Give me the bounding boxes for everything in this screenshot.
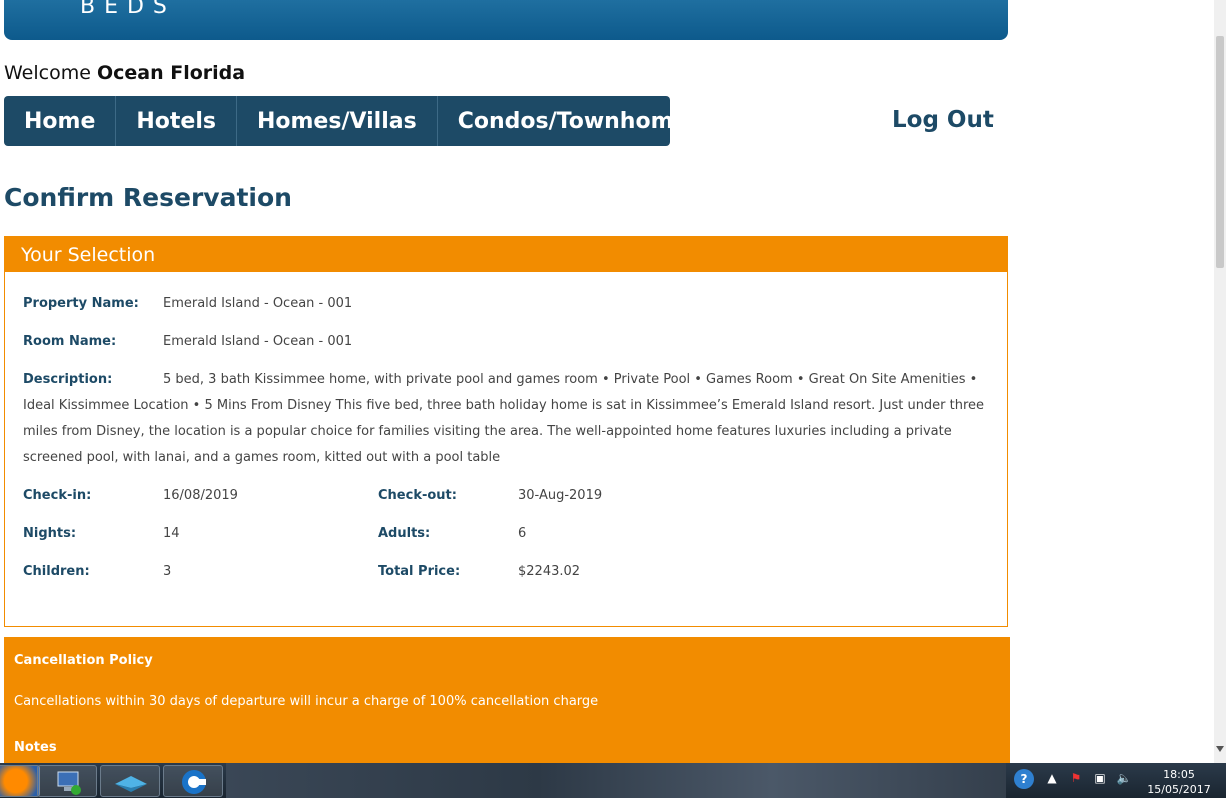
adults-label: Adults: — [378, 526, 431, 541]
nav-item-homes-villas[interactable]: Homes/Villas — [237, 96, 438, 146]
logout-link[interactable]: Log Out — [892, 107, 994, 133]
children-label: Children: — [23, 564, 90, 579]
clock-date: 15/05/2017 — [1147, 783, 1211, 796]
nights-label: Nights: — [23, 526, 77, 541]
vertical-scrollbar[interactable] — [1214, 0, 1226, 763]
windows-taskbar: ? ▲ ⚑ ▣ 🔈 18:05 15/05/2017 — [0, 763, 1226, 798]
description-text: 5 bed, 3 bath Kissimmee home, with priva… — [23, 372, 985, 465]
main-navigation: Home Hotels Homes/Villas Condos/Townhome… — [4, 96, 702, 146]
nights-value: 14 — [163, 526, 180, 541]
scroll-down-arrow-icon[interactable] — [1216, 746, 1224, 752]
adults-value: 6 — [518, 526, 527, 541]
site-logo: BEDS — [80, 0, 176, 19]
page-title: Confirm Reservation — [4, 183, 292, 212]
firefox-icon[interactable] — [0, 765, 40, 797]
cancellation-policy-text: Cancellations within 30 days of departur… — [14, 694, 599, 709]
network-icon[interactable]: ▣ — [1092, 771, 1108, 787]
children-value: 3 — [163, 564, 172, 579]
volume-icon[interactable]: 🔈 — [1116, 771, 1132, 787]
checkout-value: 30-Aug-2019 — [518, 488, 603, 503]
cancellation-policy-panel: Cancellation Policy Cancellations within… — [4, 637, 1010, 767]
selection-panel: Your Selection Property Name: Emerald Is… — [4, 236, 1008, 627]
network-computer-icon[interactable] — [37, 765, 97, 797]
property-name-value: Emerald Island - Ocean - 001 — [163, 296, 353, 311]
total-price-value: $2243.02 — [518, 564, 581, 579]
chrome-icon[interactable] — [163, 765, 223, 797]
description-label: Description: — [23, 372, 113, 387]
help-icon[interactable]: ? — [1014, 769, 1034, 789]
checkin-label: Check-in: — [23, 488, 92, 503]
checkin-value: 16/08/2019 — [163, 488, 238, 503]
room-name-value: Emerald Island - Ocean - 001 — [163, 334, 353, 349]
header-banner: BEDS — [4, 0, 1008, 40]
welcome-prefix: Welcome — [4, 62, 97, 84]
total-price-label: Total Price: — [378, 564, 461, 579]
property-name-label: Property Name: — [23, 296, 139, 311]
nav-item-home[interactable]: Home — [4, 96, 117, 146]
welcome-user-name: Ocean Florida — [96, 62, 246, 84]
welcome-message: Welcome Ocean Florida — [4, 62, 245, 84]
scrollbar-thumb[interactable] — [1216, 36, 1224, 268]
selection-header: Your Selection — [5, 237, 1007, 272]
room-name-label: Room Name: — [23, 334, 117, 349]
flag-icon[interactable]: ⚑ — [1068, 771, 1084, 787]
app-icon[interactable] — [100, 765, 160, 797]
taskbar-window-thumbnails[interactable] — [226, 763, 1006, 798]
nav-item-condos-townhomes[interactable]: Condos/Townhomes — [438, 96, 722, 146]
system-clock[interactable]: 18:05 15/05/2017 — [1146, 767, 1212, 797]
description-block: Description: 5 bed, 3 bath Kissimmee home… — [23, 367, 991, 471]
notes-title: Notes — [14, 740, 57, 755]
nav-item-hotels[interactable]: Hotels — [116, 96, 237, 146]
cancellation-policy-title: Cancellation Policy — [14, 653, 153, 668]
show-hidden-icon[interactable]: ▲ — [1044, 771, 1060, 787]
checkout-label: Check-out: — [378, 488, 457, 503]
clock-time: 18:05 — [1163, 768, 1195, 781]
